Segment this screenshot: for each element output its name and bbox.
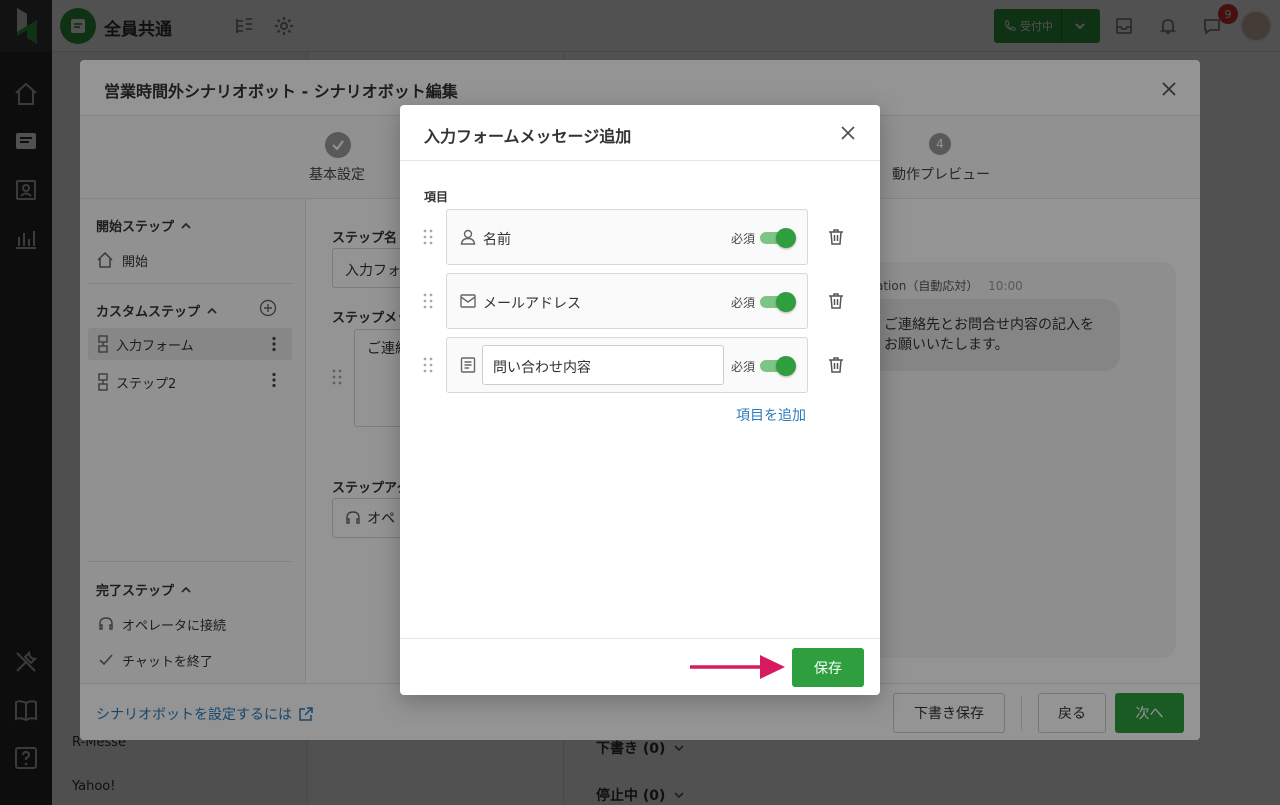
- items-section-label: 項目: [424, 190, 449, 204]
- drag-handle-icon[interactable]: [422, 357, 434, 373]
- required-toggle[interactable]: [760, 228, 796, 248]
- trash-icon[interactable]: [826, 355, 846, 375]
- required-label: 必須: [731, 360, 756, 374]
- dialog-title: 入力フォームメッセージ追加: [424, 127, 632, 146]
- add-item-link[interactable]: 項目を追加: [736, 405, 806, 425]
- drag-handle-icon[interactable]: [422, 229, 434, 245]
- drag-handle-icon[interactable]: [422, 293, 434, 309]
- mail-icon: [460, 294, 476, 308]
- form-item-email[interactable]: メールアドレス 必須: [446, 273, 808, 329]
- input-form-dialog: 入力フォームメッセージ追加 項目 名前 必須 メールアドレス 必須 問い合わせ内…: [400, 105, 880, 695]
- form-item-label: メールアドレス: [483, 296, 581, 312]
- form-item-inquiry[interactable]: 問い合わせ内容 必須: [446, 337, 808, 393]
- person-icon: [460, 229, 476, 245]
- save-button[interactable]: 保存: [792, 648, 864, 687]
- form-item-name[interactable]: 名前 必須: [446, 209, 808, 265]
- form-item-label-input[interactable]: 問い合わせ内容: [482, 345, 724, 385]
- document-icon: [460, 357, 476, 373]
- required-toggle[interactable]: [760, 292, 796, 312]
- required-label: 必須: [731, 232, 756, 246]
- required-toggle[interactable]: [760, 356, 796, 376]
- trash-icon[interactable]: [826, 291, 846, 311]
- required-label: 必須: [731, 296, 756, 310]
- pointer-arrow-icon: [690, 652, 786, 682]
- form-item-label: 名前: [483, 232, 511, 248]
- close-icon[interactable]: [838, 123, 858, 143]
- trash-icon[interactable]: [826, 227, 846, 247]
